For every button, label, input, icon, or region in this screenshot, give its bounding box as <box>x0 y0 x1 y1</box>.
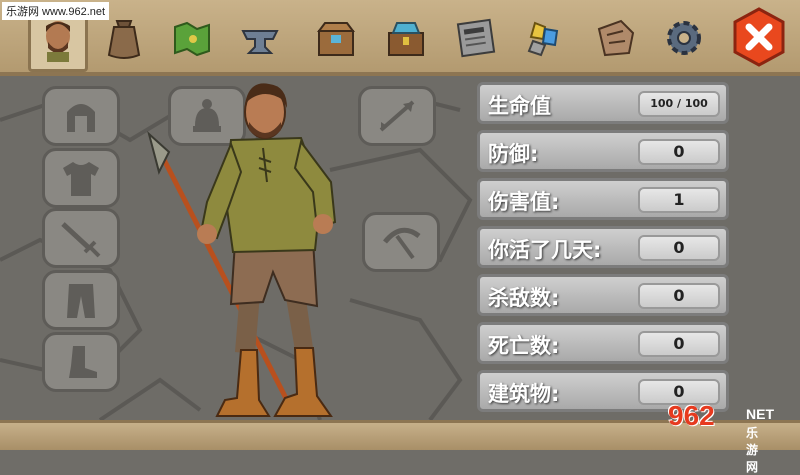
helmet-icon <box>67 104 95 132</box>
anvil-icon <box>241 30 279 54</box>
tab-map[interactable] <box>162 8 222 68</box>
brand-net: NET <box>746 406 774 422</box>
tab-crafting[interactable] <box>230 8 290 68</box>
stat-label: 死亡数: <box>488 334 560 358</box>
chest-slot[interactable] <box>42 148 120 208</box>
stat-row-deaths: 死亡数: 0 <box>477 322 729 364</box>
treasure-chest-icon <box>388 22 424 56</box>
stat-row-days-survived: 你活了几天: 0 <box>477 226 729 268</box>
sword-icon <box>61 222 101 258</box>
stat-value: 0 <box>638 235 720 261</box>
legs-slot[interactable] <box>42 270 120 330</box>
news-icon <box>456 18 496 58</box>
pants-icon <box>67 284 95 318</box>
stat-value: 0 <box>638 283 720 309</box>
close-icon <box>733 7 785 67</box>
stat-label: 伤害值: <box>488 190 560 214</box>
stat-label: 防御: <box>488 142 539 166</box>
crafting-chest-icon <box>317 22 355 56</box>
boots-slot[interactable] <box>42 332 120 392</box>
stat-row-health: 生命值 100 / 100 <box>477 82 729 124</box>
close-button[interactable] <box>730 7 788 67</box>
tab-resources[interactable] <box>514 8 574 68</box>
settings-gear-icon <box>667 21 701 55</box>
stat-value: 0 <box>638 331 720 357</box>
stat-label: 生命值 <box>488 94 551 118</box>
gems-icon <box>527 21 559 57</box>
arrow-icon <box>379 100 415 132</box>
stat-value: 0 <box>638 139 720 165</box>
stat-row-kills: 杀敌数: 0 <box>477 274 729 316</box>
top-tab-bar <box>0 0 800 76</box>
stat-row-damage: 伤害值: 1 <box>477 178 729 220</box>
map-icon <box>174 21 210 57</box>
site-watermark: 乐游网 www.962.net <box>2 2 110 20</box>
pickaxe-icon <box>383 227 421 260</box>
weapon-slot[interactable] <box>42 208 120 268</box>
sack-icon <box>107 20 141 59</box>
shirt-icon <box>63 162 99 196</box>
tab-storage[interactable] <box>376 8 436 68</box>
stat-label: 杀敌数: <box>488 286 560 310</box>
player-character <box>147 83 337 417</box>
stat-label: 建筑物: <box>488 382 560 406</box>
stat-value: 1 <box>638 187 720 213</box>
stat-label: 你活了几天: <box>488 238 602 262</box>
tab-settings[interactable] <box>654 8 714 68</box>
tab-news[interactable] <box>446 8 506 68</box>
tab-workbench[interactable] <box>306 8 366 68</box>
scroll-map-icon <box>597 19 635 57</box>
boot-icon <box>69 346 97 378</box>
stat-value: 100 / 100 <box>638 91 720 117</box>
helmet-slot[interactable] <box>42 86 120 146</box>
stat-row-defense: 防御: 0 <box>477 130 729 172</box>
character-portrait-icon <box>46 21 70 62</box>
tab-quests[interactable] <box>586 8 646 68</box>
brand-watermark: 962 NET 乐游网 <box>668 400 774 474</box>
brand-number: 962 <box>668 400 715 431</box>
